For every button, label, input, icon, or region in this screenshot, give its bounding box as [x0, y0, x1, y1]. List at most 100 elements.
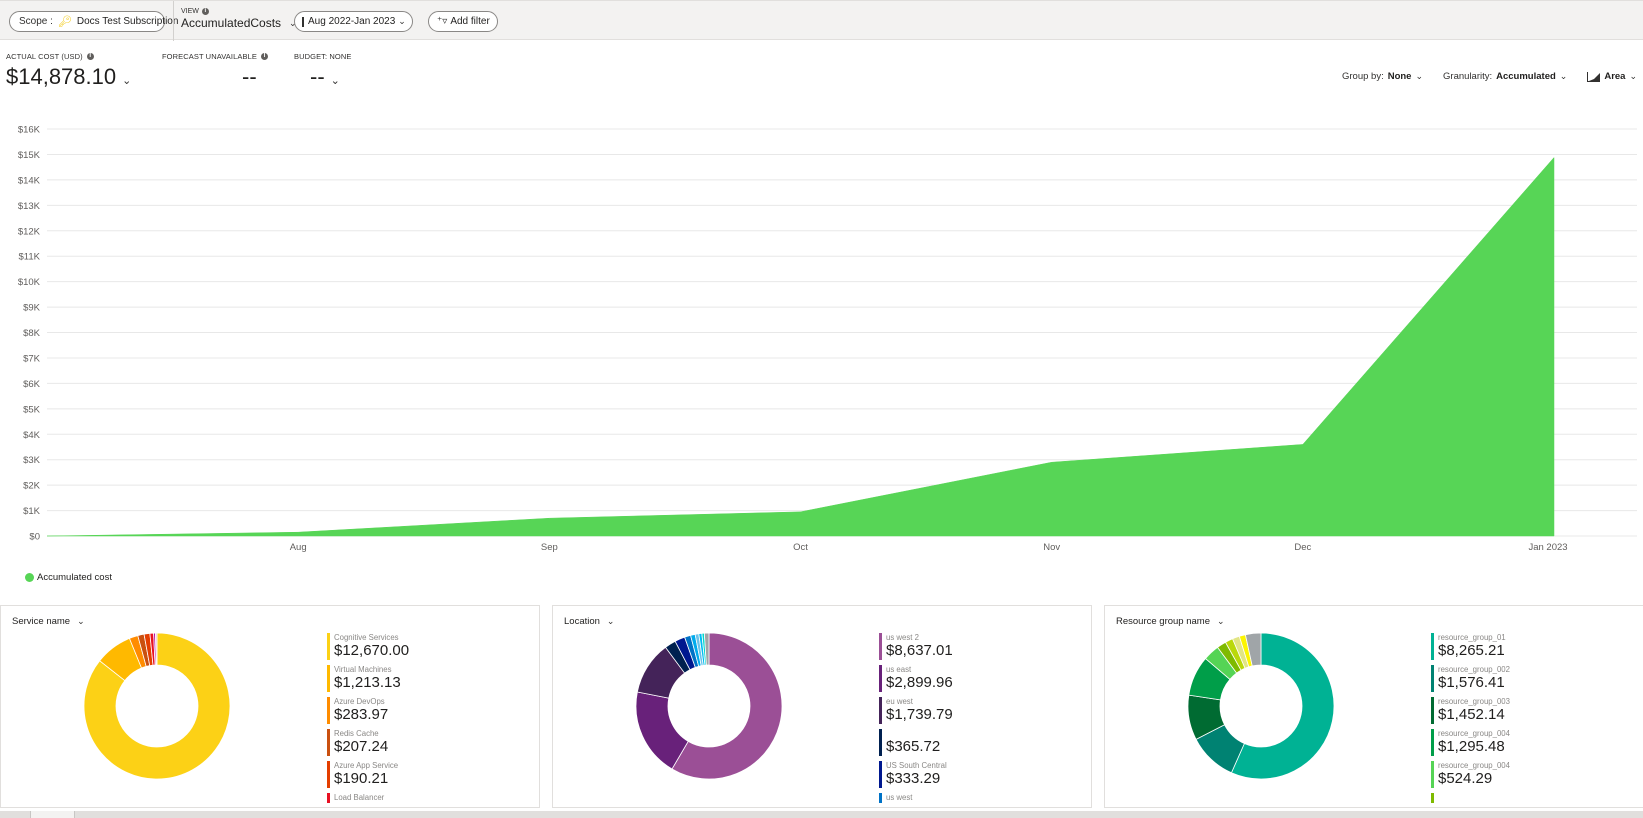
- group-by-dropdown[interactable]: Group by: None ⌄: [1342, 71, 1423, 82]
- x-tick-label: Dec: [1294, 542, 1311, 553]
- view-selector[interactable]: VIEW i AccumulatedCosts ⌄: [181, 8, 297, 30]
- actual-cost-value: $14,878.10: [6, 64, 117, 89]
- service-legend-list[interactable]: Cognitive Services $12,670.00 Virtual Mach…: [327, 633, 507, 803]
- chart-type-value: Area: [1604, 71, 1626, 82]
- legend-item-name: US South Central: [886, 761, 947, 770]
- legend-color-bar: [879, 793, 882, 803]
- y-tick-label: $2K: [23, 481, 41, 492]
- legend-item-name: Redis Cache: [334, 729, 379, 738]
- location-dropdown[interactable]: Location ⌄: [564, 616, 614, 627]
- legend-color-bar: [879, 633, 882, 660]
- legend-color-bar: [1431, 761, 1434, 788]
- legend-color-bar: [879, 697, 882, 724]
- group-by-label: Group by:: [1342, 71, 1384, 82]
- horizontal-scrollbar[interactable]: [0, 811, 1643, 818]
- legend-item-name: us west 2: [886, 633, 919, 642]
- legend-color-bar: [327, 761, 330, 788]
- legend-item-value: $8,637.01: [886, 642, 953, 659]
- legend-item-value: $1,295.48: [1438, 738, 1505, 755]
- service-name-dropdown[interactable]: Service name ⌄: [12, 616, 85, 627]
- resource-group-legend-list[interactable]: resource_group_01 $8,265.21 resource_group…: [1431, 633, 1611, 803]
- donut-slice[interactable]: [155, 632, 158, 666]
- legend-item-value: $333.29: [886, 770, 941, 787]
- actual-cost-toggle[interactable]: $14,878.10 ⌄: [6, 64, 131, 90]
- scope-button[interactable]: Scope : 🔑︎ Docs Test Subscription: [9, 11, 178, 32]
- chart-controls: Group by: None ⌄ Granularity: Accumulate…: [1342, 71, 1637, 82]
- legend-item-name: us west: [886, 793, 913, 802]
- legend-item-value: $12,670.00: [334, 642, 410, 659]
- legend-color-bar: [327, 697, 330, 724]
- y-tick-label: $5K: [23, 404, 41, 415]
- y-tick-label: $9K: [23, 303, 41, 314]
- legend-item[interactable]: Cognitive Services $12,670.00: [327, 633, 507, 660]
- resource-group-card: Resource group name ⌄ resource_group_01 $…: [1104, 605, 1643, 808]
- legend-item-value: $8,265.21: [1438, 642, 1505, 659]
- legend-item-value: $1,452.14: [1438, 706, 1505, 723]
- y-tick-label: $15K: [18, 150, 41, 161]
- legend-item[interactable]: [1431, 793, 1611, 803]
- area-series-accumulated-cost: [46, 156, 1555, 537]
- info-icon[interactable]: i: [86, 53, 94, 60]
- legend-swatch: [25, 573, 34, 582]
- location-legend-list[interactable]: us west 2 $8,637.01 us east $2,899.96 eu wes…: [879, 633, 1059, 803]
- legend-item[interactable]: US South Central $333.29: [879, 761, 1059, 788]
- view-label: VIEW: [181, 8, 199, 15]
- view-name: AccumulatedCosts: [181, 16, 282, 30]
- actual-cost-label: ACTUAL COST (USD): [6, 52, 83, 61]
- y-tick-label: $4K: [23, 430, 41, 441]
- legend-item-name: Cognitive Services: [334, 633, 399, 642]
- legend-item-name: Load Balancer: [334, 793, 385, 802]
- forecast-label: FORECAST UNAVAILABLE: [162, 52, 257, 61]
- legend-item-value: $524.29: [1438, 770, 1493, 787]
- legend-item[interactable]: resource_group_003 $1,452.14: [1431, 697, 1611, 724]
- legend-item[interactable]: resource_group_004 $1,295.48: [1431, 729, 1611, 756]
- legend-item-value: $1,576.41: [1438, 674, 1505, 691]
- legend-item[interactable]: eu west $1,739.79: [879, 697, 1059, 724]
- legend-color-bar: [879, 729, 882, 756]
- legend-item[interactable]: Virtual Machines $1,213.13: [327, 665, 507, 692]
- legend-item-name: resource_group_002: [1438, 665, 1510, 674]
- chevron-down-icon: ⌄: [606, 616, 615, 626]
- legend-item[interactable]: resource_group_002 $1,576.41: [1431, 665, 1611, 692]
- legend-item[interactable]: Load Balancer: [327, 793, 507, 803]
- granularity-dropdown[interactable]: Granularity: Accumulated ⌄: [1443, 71, 1567, 82]
- chart-type-dropdown[interactable]: Area ⌄: [1587, 71, 1637, 82]
- legend-item[interactable]: us west: [879, 793, 1059, 803]
- y-tick-label: $16K: [18, 125, 41, 136]
- legend-item[interactable]: resource_group_01 $8,265.21: [1431, 633, 1611, 660]
- legend-item-name: resource_group_01: [1438, 633, 1506, 642]
- budget-toggle[interactable]: -- ⌄: [310, 64, 351, 90]
- legend-color-bar: [1431, 697, 1434, 724]
- granularity-value: Accumulated: [1496, 71, 1556, 82]
- accumulated-cost-chart: $0 $1K $2K $3K $4K $5K $6K $7K $8K $9K $10K $11K $12…: [18, 125, 1637, 553]
- scrollbar-thumb[interactable]: [30, 811, 75, 818]
- y-axis: $0 $1K $2K $3K $4K $5K $6K $7K $8K $9K $10K $11K $12…: [18, 125, 41, 543]
- card-title: Location: [564, 616, 600, 627]
- legend-item[interactable]: us east $2,899.96: [879, 665, 1059, 692]
- resource-group-dropdown[interactable]: Resource group name ⌄: [1116, 616, 1225, 627]
- legend-item-value: $1,739.79: [886, 706, 953, 723]
- add-filter-button[interactable]: ⁺▿ Add filter: [428, 11, 498, 32]
- legend-item[interactable]: Redis Cache $207.24: [327, 729, 507, 756]
- chart-legend[interactable]: Accumulated cost: [25, 572, 112, 583]
- y-tick-label: $11K: [19, 252, 41, 263]
- legend-color-bar: [1431, 793, 1434, 803]
- date-range-button[interactable]: Aug 2022-Jan 2023 ⌄: [294, 11, 413, 32]
- legend-item[interactable]: Azure App Service $190.21: [327, 761, 507, 788]
- legend-item[interactable]: Azure DevOps $283.97: [327, 697, 507, 724]
- legend-item[interactable]: us west 2 $8,637.01: [879, 633, 1059, 660]
- legend-item-name: [1438, 793, 1611, 802]
- legend-item[interactable]: $365.72: [879, 729, 1059, 756]
- legend-color-bar: [1431, 729, 1434, 756]
- budget-value: --: [310, 64, 325, 89]
- y-tick-label: $0: [29, 532, 40, 543]
- legend-item-value: $190.21: [334, 770, 389, 787]
- x-tick-label: Nov: [1043, 542, 1060, 553]
- info-icon[interactable]: i: [260, 53, 268, 60]
- legend-color-bar: [879, 665, 882, 692]
- card-title: Service name: [12, 616, 71, 627]
- add-filter-icon: ⁺▿: [437, 16, 448, 27]
- info-icon[interactable]: i: [201, 8, 209, 15]
- service-name-card: Service name ⌄ Cognitive Services $12,670…: [0, 605, 540, 808]
- legend-item[interactable]: resource_group_004 $524.29: [1431, 761, 1611, 788]
